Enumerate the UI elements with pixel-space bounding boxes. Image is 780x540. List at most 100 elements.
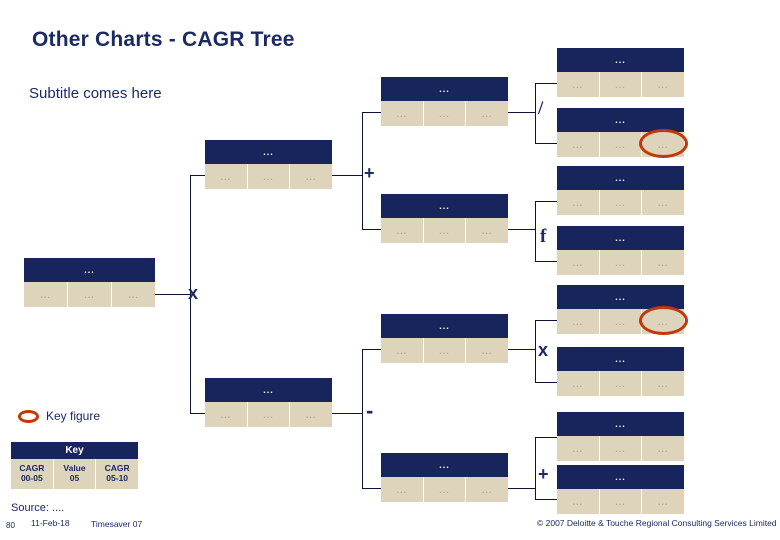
- node-cells: ... ... ...: [557, 72, 685, 97]
- connector-slash-to-l4-2: [535, 143, 557, 144]
- node-cell-cagr-05-10: ...: [466, 338, 509, 363]
- node-header: ...: [381, 453, 508, 477]
- tree-node-l4-8[interactable]: ... ... ... ...: [557, 465, 685, 514]
- node-header: ...: [381, 194, 508, 218]
- connector-xr-to-l4-5: [535, 320, 557, 321]
- operator-leaf-divide: /: [538, 98, 544, 119]
- key-cell-cagr-05-10: CAGR 05-10: [96, 459, 139, 489]
- page-subtitle: Subtitle comes here: [29, 85, 162, 102]
- node-cell-value-05: ...: [599, 309, 643, 334]
- tree-node-l2-top[interactable]: ... ... ... ...: [205, 140, 333, 189]
- node-cell-cagr-00-05: ...: [205, 164, 248, 189]
- node-cell-value-05: ...: [247, 402, 291, 427]
- node-header: ...: [557, 48, 684, 72]
- node-cell-cagr-05-10: ...: [112, 282, 155, 307]
- node-cells: ... ... ...: [381, 338, 509, 363]
- node-cell-cagr-05-10: ...: [642, 190, 685, 215]
- node-cells: ... ... ...: [557, 436, 685, 461]
- tree-node-l4-1[interactable]: ... ... ... ...: [557, 48, 685, 97]
- node-header: ...: [557, 412, 684, 436]
- connector-root-to-x: [155, 294, 190, 295]
- connector-slash-to-l4-1: [535, 83, 557, 84]
- connector-plusr-to-l4-8: [535, 499, 557, 500]
- tree-node-l2-bottom[interactable]: ... ... ... ...: [205, 378, 333, 427]
- node-cell-value-05: ...: [423, 477, 467, 502]
- node-cell-value-05: ...: [423, 101, 467, 126]
- node-cell-cagr-05-10: ...: [466, 477, 509, 502]
- tree-node-l4-3[interactable]: ... ... ... ...: [557, 166, 685, 215]
- node-cell-value-05: ...: [599, 132, 643, 157]
- node-cell-cagr-05-10: ...: [642, 72, 685, 97]
- connector-plusr-to-l4-7: [535, 437, 557, 438]
- key-figure-highlight-2: [639, 306, 688, 335]
- tree-node-root[interactable]: ... ... ... ...: [24, 258, 155, 307]
- node-cell-value-05: ...: [247, 164, 291, 189]
- operator-leaf-function: f: [540, 226, 547, 247]
- key-table-header: Key: [11, 442, 138, 459]
- node-cells: ... ... ...: [205, 402, 333, 427]
- node-cell-value-05: ...: [599, 489, 643, 514]
- connector-l2top-to-plus: [332, 175, 362, 176]
- copyright-notice: © 2007 Deloitte & Touche Regional Consul…: [537, 518, 777, 528]
- connector-l31-to-slash: [508, 112, 535, 113]
- key-cell-value-05: Value 05: [53, 459, 97, 489]
- key-cell-line2: 05: [69, 473, 80, 483]
- source-note: Source: ....: [11, 502, 65, 514]
- connector-minus-to-l3-3: [362, 349, 382, 350]
- node-cell-cagr-00-05: ...: [557, 489, 600, 514]
- node-header: ...: [381, 77, 508, 101]
- node-cells: ... ... ...: [381, 477, 509, 502]
- connector-f-to-l4-4: [535, 261, 557, 262]
- connector-f-spine: [535, 201, 536, 261]
- operator-leaf-plus: +: [538, 464, 549, 484]
- node-cell-cagr-05-10: ...: [466, 218, 509, 243]
- node-cells: ... ... ...: [557, 371, 685, 396]
- tree-node-l4-7[interactable]: ... ... ... ...: [557, 412, 685, 461]
- node-header: ...: [205, 378, 332, 402]
- tree-node-l4-4[interactable]: ... ... ... ...: [557, 226, 685, 275]
- key-cell-cagr-00-05: CAGR 00-05: [11, 459, 54, 489]
- tree-node-l3-1[interactable]: ... ... ... ...: [381, 77, 509, 126]
- connector-xr-to-l4-6: [535, 382, 557, 383]
- operator-leaf-multiply: x: [538, 340, 549, 360]
- node-cell-cagr-00-05: ...: [557, 250, 600, 275]
- key-figure-label: Key figure: [46, 409, 101, 423]
- key-table-row: CAGR 00-05 Value 05 CAGR 05-10: [11, 459, 139, 489]
- footer-date: 11-Feb-18: [31, 518, 70, 528]
- node-cells: ... ... ...: [205, 164, 333, 189]
- node-cell-value-05: ...: [599, 250, 643, 275]
- key-cell-line2: 05-10: [106, 473, 129, 483]
- footer-deck-name: Timesaver 07: [91, 519, 143, 529]
- page-title: Other Charts - CAGR Tree: [32, 28, 295, 51]
- node-cell-cagr-00-05: ...: [381, 338, 424, 363]
- node-header: ...: [557, 226, 684, 250]
- node-cell-cagr-05-10: ...: [642, 436, 685, 461]
- node-cell-cagr-05-10: ...: [642, 250, 685, 275]
- connector-minus-to-l3-4: [362, 488, 382, 489]
- node-cells: ... ... ...: [557, 190, 685, 215]
- connector-plusr-spine: [535, 437, 536, 499]
- node-cell-cagr-05-10: ...: [290, 402, 333, 427]
- node-header: ...: [24, 258, 155, 282]
- node-cell-cagr-00-05: ...: [557, 72, 600, 97]
- tree-node-l3-4[interactable]: ... ... ... ...: [381, 453, 509, 502]
- connector-slash-spine: [535, 83, 536, 143]
- node-cell-cagr-05-10: ...: [290, 164, 333, 189]
- connector-plus-spine: [362, 112, 363, 229]
- node-header: ...: [557, 465, 684, 489]
- node-cell-cagr-00-05: ...: [381, 218, 424, 243]
- tree-node-l4-6[interactable]: ... ... ... ...: [557, 347, 685, 396]
- node-cells: ... ... ...: [557, 489, 685, 514]
- node-header: ...: [557, 166, 684, 190]
- connector-plus-to-l3-1: [362, 112, 382, 113]
- node-cell-cagr-00-05: ...: [557, 436, 600, 461]
- node-cell-value-05: ...: [423, 218, 467, 243]
- key-figure-legend: Key figure: [18, 409, 100, 423]
- connector-l2bottom-to-minus: [332, 413, 362, 414]
- tree-node-l3-2[interactable]: ... ... ... ...: [381, 194, 509, 243]
- connector-l34-to-plusr: [508, 488, 535, 489]
- connector-x-to-l2-bottom: [190, 413, 206, 414]
- tree-node-l3-3[interactable]: ... ... ... ...: [381, 314, 509, 363]
- connector-plus-to-l3-2: [362, 229, 382, 230]
- node-cell-cagr-00-05: ...: [381, 477, 424, 502]
